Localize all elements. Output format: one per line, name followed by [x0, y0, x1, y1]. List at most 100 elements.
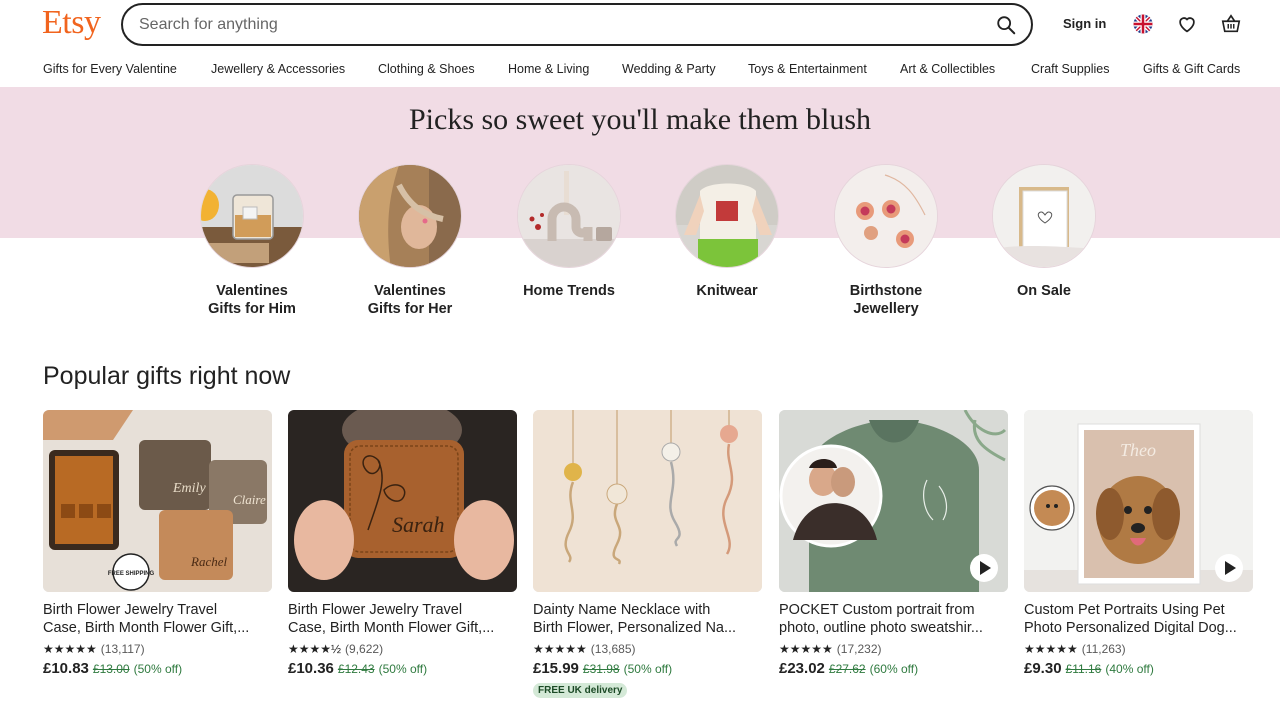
engraved-name-text: Rachel — [190, 554, 227, 569]
discount-label: (40% off) — [1105, 662, 1154, 676]
product-image[interactable] — [779, 410, 1008, 592]
product-image[interactable]: Emily Claire Rachel FREE SHIPPING — [43, 410, 272, 592]
sale-price: £15.99 — [533, 660, 579, 677]
free-delivery-badge: FREE UK delivery — [533, 683, 628, 698]
nav-item-wedding[interactable]: Wedding & Party — [622, 62, 716, 76]
price-row: £23.02 £27.62 (60% off) — [779, 660, 1008, 680]
category-gifts-for-her[interactable]: Valentines Gifts for Her — [330, 164, 490, 318]
search-bar — [121, 3, 1033, 46]
product-card[interactable]: Emily Claire Rachel FREE SHIPPING Birth Flo… — [43, 410, 272, 680]
sale-price: £9.30 — [1024, 660, 1062, 677]
original-price: £12.43 — [337, 662, 375, 676]
category-birthstone-jewellery[interactable]: Birthstone Jewellery — [806, 164, 966, 318]
price-row: £10.83 £13.00 (50% off) — [43, 660, 272, 680]
product-card[interactable]: Sarah Birth Flower Jewelry Travel Case, B… — [288, 410, 517, 680]
discount-label: (60% off) — [869, 662, 919, 676]
nav-item-gifts[interactable]: Gifts & Gift Cards — [1143, 62, 1240, 76]
search-button[interactable] — [993, 12, 1019, 38]
nav-item-craft[interactable]: Craft Supplies — [1031, 62, 1110, 76]
category-label: Birthstone Jewellery — [849, 283, 923, 317]
product-title[interactable]: Custom Pet Portraits Using Pet Photo Pers… — [1024, 601, 1253, 637]
nav-item-jewellery[interactable]: Jewellery & Accessories — [211, 62, 345, 76]
heart-icon[interactable] — [1175, 12, 1199, 36]
free-shipping-stamp-text: FREE SHIPPING — [108, 571, 155, 577]
star-rating-icon: ★★★★½ — [288, 642, 342, 656]
sale-price: £23.02 — [779, 660, 825, 677]
product-card[interactable]: Theo Custom Pet Portraits Using Pet Photo… — [1024, 410, 1253, 680]
nav-item-toys[interactable]: Toys & Entertainment — [748, 62, 867, 76]
uk-flag-icon[interactable] — [1131, 12, 1155, 36]
product-card[interactable]: Dainty Name Necklace with Birth Flower, P… — [533, 410, 762, 698]
engraved-name-text: Emily — [172, 481, 206, 496]
search-input[interactable] — [139, 13, 959, 37]
review-count: (13,117) — [100, 642, 145, 656]
section-title: Popular gifts right now — [43, 362, 291, 390]
discount-label: (50% off) — [378, 662, 428, 676]
category-on-sale[interactable]: On Sale — [964, 164, 1124, 300]
star-rating-icon: ★★★★★ — [1024, 642, 1078, 656]
product-title[interactable]: Birth Flower Jewelry Travel Case, Birth M… — [43, 601, 272, 637]
review-count: (17,232) — [836, 642, 882, 656]
original-price: £27.62 — [828, 662, 866, 676]
category-label: Knitwear — [696, 283, 758, 299]
review-count: (9,622) — [345, 642, 384, 656]
portrait-name-text: Theo — [1120, 440, 1156, 460]
category-image — [517, 164, 621, 268]
price-row: £10.36 £12.43 (50% off) — [288, 660, 517, 680]
nav-item-clothing[interactable]: Clothing & Shoes — [378, 62, 475, 76]
product-title-line: POCKET Custom portrait from — [779, 602, 975, 618]
category-nav: Gifts for Every Valentine Jewellery & Ac… — [0, 50, 1280, 87]
price-row: £15.99 £31.98 (50% off) — [533, 660, 762, 680]
category-home-trends[interactable]: Home Trends — [489, 164, 649, 300]
sign-in-link[interactable]: Sign in — [1063, 16, 1106, 31]
product-image[interactable]: Sarah — [288, 410, 517, 592]
hero-title: Picks so sweet you'll make them blush — [408, 103, 872, 136]
product-title-line: Case, Birth Month Flower Gift,... — [43, 620, 250, 636]
search-icon — [997, 16, 1016, 35]
product-rating: ★★★★★ (13,117) — [43, 641, 272, 657]
product-rating: ★★★★★ (17,232) — [779, 641, 1008, 657]
nav-item-valentine[interactable]: Gifts for Every Valentine — [43, 62, 177, 76]
product-title-line: Dainty Name Necklace with — [533, 602, 711, 618]
product-title[interactable]: Dainty Name Necklace with Birth Flower, P… — [533, 601, 762, 637]
star-rating-icon: ★★★★★ — [779, 642, 833, 656]
category-knitwear[interactable]: Knitwear — [647, 164, 807, 300]
product-title-line: Birth Flower Jewelry Travel — [288, 602, 463, 618]
basket-icon[interactable] — [1219, 12, 1243, 36]
product-title-line: Photo Personalized Digital Dog... — [1024, 620, 1237, 636]
engraved-name-text: Sarah — [392, 512, 445, 537]
nav-item-art[interactable]: Art & Collectibles — [900, 62, 995, 76]
original-price: £13.00 — [92, 662, 130, 676]
product-title-line: photo, outline photo sweatshir... — [779, 620, 983, 636]
product-rating: ★★★★★ (13,685) — [533, 641, 762, 657]
product-rating: ★★★★½ (9,622) — [288, 641, 517, 657]
product-title-line: Birth Flower Jewelry Travel — [43, 602, 218, 618]
site-header: Etsy Sign in — [0, 0, 1280, 50]
product-title[interactable]: POCKET Custom portrait from photo, outlin… — [779, 601, 1008, 637]
etsy-logo[interactable]: Etsy — [42, 4, 101, 42]
category-label: On Sale — [1017, 283, 1071, 299]
category-label: Home Trends — [523, 283, 615, 299]
category-image — [675, 164, 779, 268]
product-card[interactable]: POCKET Custom portrait from photo, outlin… — [779, 410, 1008, 680]
review-count: (11,263) — [1081, 642, 1126, 656]
category-image — [834, 164, 938, 268]
discount-label: (50% off) — [133, 662, 183, 676]
review-count: (13,685) — [590, 642, 636, 656]
engraved-name-text: Claire — [233, 492, 266, 507]
nav-item-home[interactable]: Home & Living — [508, 62, 589, 76]
star-rating-icon: ★★★★★ — [43, 642, 97, 656]
product-image[interactable] — [533, 410, 762, 592]
product-title[interactable]: Birth Flower Jewelry Travel Case, Birth M… — [288, 601, 517, 637]
category-image — [200, 164, 304, 268]
category-gifts-for-him[interactable]: Valentines Gifts for Him — [172, 164, 332, 318]
category-image — [992, 164, 1096, 268]
product-title-line: Case, Birth Month Flower Gift,... — [288, 620, 495, 636]
sale-price: £10.83 — [43, 660, 89, 677]
product-title-line: Birth Flower, Personalized Na... — [533, 620, 737, 636]
product-image[interactable]: Theo — [1024, 410, 1253, 592]
category-label: Valentines Gifts for Her — [367, 283, 453, 317]
original-price: £11.16 — [1065, 662, 1102, 676]
star-rating-icon: ★★★★★ — [533, 642, 587, 656]
price-row: £9.30 £11.16 (40% off) — [1024, 660, 1253, 680]
